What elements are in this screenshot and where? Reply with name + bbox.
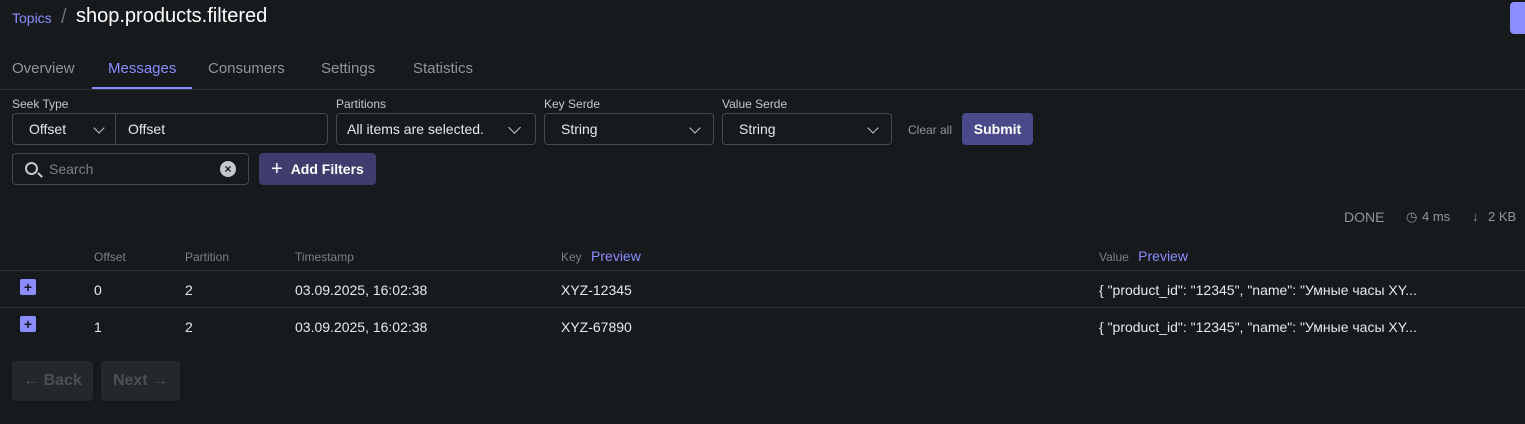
clock-icon: ◷ xyxy=(1406,209,1418,224)
partition-cell: 2 xyxy=(185,282,193,298)
partition-cell: 2 xyxy=(185,319,193,335)
value-cell: { "product_id": "12345", "name": "Умные … xyxy=(1099,282,1417,298)
seek-type-select[interactable]: Offset xyxy=(12,113,116,145)
key-header-label: Key xyxy=(561,250,582,264)
chevron-down-icon xyxy=(93,122,105,134)
key-serde-value: String xyxy=(561,121,598,137)
timestamp-cell: 03.09.2025, 16:02:38 xyxy=(295,319,428,335)
tab-bar: Overview Messages Consumers Settings Sta… xyxy=(0,50,1525,90)
tab-overview[interactable]: Overview xyxy=(12,60,75,77)
value-cell: { "product_id": "12345", "name": "Умные … xyxy=(1099,319,1417,335)
key-serde-label: Key Serde xyxy=(544,97,601,111)
partitions-label: Partitions xyxy=(336,97,387,111)
column-header-value: Value Preview xyxy=(1099,248,1188,264)
message-size: 2 KB xyxy=(1488,209,1517,224)
tab-messages[interactable]: Messages xyxy=(108,60,176,77)
breadcrumb-separator: / xyxy=(61,6,67,28)
seek-offset-value: Offset xyxy=(128,121,166,137)
value-serde-value: String xyxy=(739,121,776,137)
search-field[interactable]: × xyxy=(12,153,249,185)
submit-button[interactable]: Submit xyxy=(962,113,1033,145)
table-row[interactable]: + 0 2 03.09.2025, 16:02:38 XYZ-12345 { "… xyxy=(0,270,1525,307)
breadcrumb-topics-link[interactable]: Topics xyxy=(12,10,52,26)
active-tab-indicator xyxy=(92,87,192,89)
seek-type-value: Offset xyxy=(29,121,67,137)
add-filters-label: Add Filters xyxy=(290,161,364,177)
column-header-partition: Partition xyxy=(185,250,230,264)
value-preview-button[interactable]: Preview xyxy=(1138,248,1188,264)
seek-offset-input[interactable]: Offset xyxy=(115,113,328,145)
back-button[interactable]: ← Back xyxy=(12,361,93,401)
elapsed-time: 4 ms xyxy=(1422,209,1451,224)
timestamp-cell: 03.09.2025, 16:02:38 xyxy=(295,282,428,298)
offset-cell: 0 xyxy=(94,282,102,298)
status-text: DONE xyxy=(1344,209,1385,225)
expand-row-icon[interactable]: + xyxy=(20,316,36,332)
seek-type-label: Seek Type xyxy=(12,97,69,111)
value-header-label: Value xyxy=(1099,250,1129,264)
column-header-offset: Offset xyxy=(94,250,126,264)
next-button[interactable]: Next → xyxy=(101,361,180,401)
plus-icon: + xyxy=(271,158,283,180)
expand-row-icon[interactable]: + xyxy=(20,279,36,295)
tab-statistics[interactable]: Statistics xyxy=(413,60,473,77)
column-header-timestamp: Timestamp xyxy=(295,250,354,264)
column-header-key: Key Preview xyxy=(561,248,641,264)
arrow-down-icon: ↓ xyxy=(1472,209,1479,224)
chevron-down-icon xyxy=(867,122,879,134)
chevron-down-icon xyxy=(689,122,701,134)
key-cell: XYZ-67890 xyxy=(561,319,632,335)
tab-consumers[interactable]: Consumers xyxy=(208,60,285,77)
add-filters-button[interactable]: + Add Filters xyxy=(259,153,376,185)
clear-all-button[interactable]: Clear all xyxy=(908,123,952,137)
search-icon xyxy=(25,162,38,175)
key-serde-select[interactable]: String xyxy=(544,113,714,145)
value-serde-select[interactable]: String xyxy=(722,113,892,145)
topic-actions-button[interactable] xyxy=(1510,2,1525,34)
partitions-select[interactable]: All items are selected. xyxy=(336,113,536,145)
value-serde-label: Value Serde xyxy=(722,97,788,111)
search-input[interactable] xyxy=(49,154,219,184)
table-row[interactable]: + 1 2 03.09.2025, 16:02:38 XYZ-67890 { "… xyxy=(0,307,1525,344)
offset-cell: 1 xyxy=(94,319,102,335)
key-preview-button[interactable]: Preview xyxy=(591,248,641,264)
chevron-down-icon xyxy=(508,121,521,134)
key-cell: XYZ-12345 xyxy=(561,282,632,298)
page-title: shop.products.filtered xyxy=(76,5,268,27)
tab-settings[interactable]: Settings xyxy=(321,60,375,77)
partitions-value: All items are selected. xyxy=(347,121,484,137)
clear-search-icon[interactable]: × xyxy=(220,161,236,177)
